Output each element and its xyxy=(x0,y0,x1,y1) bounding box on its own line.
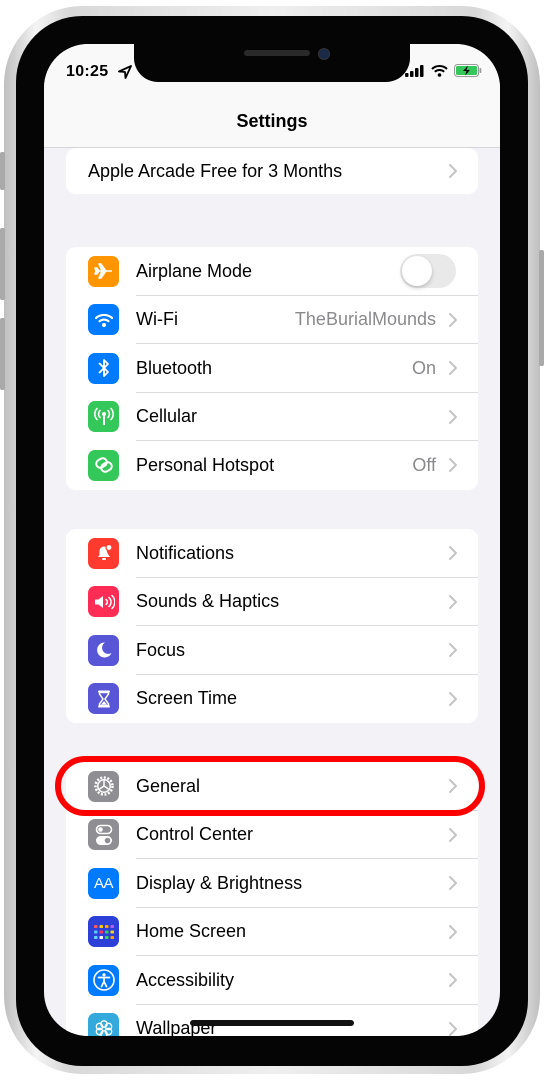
chevron-right-icon xyxy=(449,827,457,842)
personal-hotspot-value: Off xyxy=(412,454,436,475)
personal-hotspot-label: Personal Hotspot xyxy=(136,454,275,475)
antenna-icon xyxy=(88,401,119,433)
status-icons xyxy=(405,64,482,77)
bluetooth-row[interactable]: Bluetooth On xyxy=(66,344,478,393)
display-brightness-row[interactable]: AA Display & Brightness xyxy=(66,859,478,908)
notch xyxy=(134,44,410,82)
focus-label: Focus xyxy=(136,639,186,660)
notifications-label: Notifications xyxy=(136,542,235,563)
silent-switch xyxy=(0,152,5,190)
notification-bell-icon xyxy=(88,537,119,569)
apple-arcade-offer-label: Apple Arcade Free for 3 Months xyxy=(88,160,343,181)
page-title: Settings xyxy=(236,111,308,131)
chevron-right-icon xyxy=(449,409,457,424)
chevron-right-icon xyxy=(449,973,457,988)
connectivity-group: Airplane Mode Wi-Fi TheBurialMounds Blue… xyxy=(66,247,478,490)
front-camera xyxy=(318,48,330,60)
phone-screen: 10:25 Settings Apple Arcade Free for 3 M… xyxy=(44,44,500,1036)
hotspot-link-icon xyxy=(88,449,119,481)
side-button xyxy=(539,250,544,366)
bluetooth-value: On xyxy=(411,357,436,378)
volume-up-button xyxy=(0,228,5,300)
accessibility-row[interactable]: Accessibility xyxy=(66,956,478,1005)
chevron-right-icon xyxy=(449,876,457,891)
airplane-mode-toggle[interactable] xyxy=(400,254,456,289)
status-time: 10:25 xyxy=(66,63,109,80)
sounds-haptics-row[interactable]: Sounds & Haptics xyxy=(66,578,478,626)
display-brightness-label: Display & Brightness xyxy=(136,872,303,893)
chevron-right-icon xyxy=(449,924,457,939)
control-center-label: Control Center xyxy=(136,824,254,845)
accessibility-label: Accessibility xyxy=(136,969,235,990)
cellular-row[interactable]: Cellular xyxy=(66,393,478,441)
home-indicator[interactable] xyxy=(190,1020,354,1026)
wifi-icon xyxy=(88,304,119,336)
cellular-label: Cellular xyxy=(136,406,198,427)
screen-time-label: Screen Time xyxy=(136,688,238,709)
notifications-group: Notifications Sounds & Haptics Focus Scr… xyxy=(66,529,478,723)
screen-time-row[interactable]: Screen Time xyxy=(66,675,478,724)
moon-icon xyxy=(88,634,119,666)
speaker-icon xyxy=(88,586,119,618)
chevron-right-icon xyxy=(449,691,457,706)
sounds-haptics-label: Sounds & Haptics xyxy=(136,591,280,612)
accessibility-person-icon xyxy=(88,964,119,996)
personal-hotspot-row[interactable]: Personal Hotspot Off xyxy=(66,441,478,490)
chevron-right-icon xyxy=(449,458,457,473)
earpiece-speaker xyxy=(244,50,310,56)
wifi-row[interactable]: Wi-Fi TheBurialMounds xyxy=(66,296,478,344)
bluetooth-label: Bluetooth xyxy=(136,357,213,378)
wifi-network-value: TheBurialMounds xyxy=(294,309,436,330)
focus-row[interactable]: Focus xyxy=(66,626,478,675)
toggle-knob xyxy=(402,256,432,287)
text-size-icon: AA xyxy=(88,867,119,899)
chevron-right-icon xyxy=(449,1021,457,1036)
chevron-right-icon xyxy=(449,594,457,609)
apple-arcade-offer-row[interactable]: Apple Arcade Free for 3 Months xyxy=(66,148,478,194)
battery-charging-icon xyxy=(454,64,482,77)
airplane-mode-label: Airplane Mode xyxy=(136,260,253,281)
chevron-right-icon xyxy=(449,643,457,658)
home-screen-label: Home Screen xyxy=(136,921,247,942)
chevron-right-icon xyxy=(449,361,457,376)
general-highlight-annotation xyxy=(55,756,485,816)
home-screen-row[interactable]: Home Screen xyxy=(66,908,478,956)
chevron-right-icon xyxy=(449,546,457,561)
hourglass-icon xyxy=(88,683,119,715)
bluetooth-icon xyxy=(88,352,119,384)
flower-icon xyxy=(88,1013,119,1036)
notifications-row[interactable]: Notifications xyxy=(66,529,478,578)
chevron-right-icon xyxy=(449,164,457,178)
promo-group: Apple Arcade Free for 3 Months xyxy=(66,148,478,194)
wifi-signal-icon xyxy=(431,64,448,77)
wifi-label: Wi-Fi xyxy=(136,309,178,330)
volume-down-button xyxy=(0,318,5,390)
switches-icon xyxy=(88,819,119,851)
location-arrow-icon xyxy=(118,65,132,79)
airplane-mode-row: Airplane Mode xyxy=(66,247,478,296)
chevron-right-icon xyxy=(449,312,457,327)
airplane-icon xyxy=(88,255,119,287)
app-grid-icon xyxy=(88,916,119,948)
control-center-row[interactable]: Control Center xyxy=(66,811,478,859)
